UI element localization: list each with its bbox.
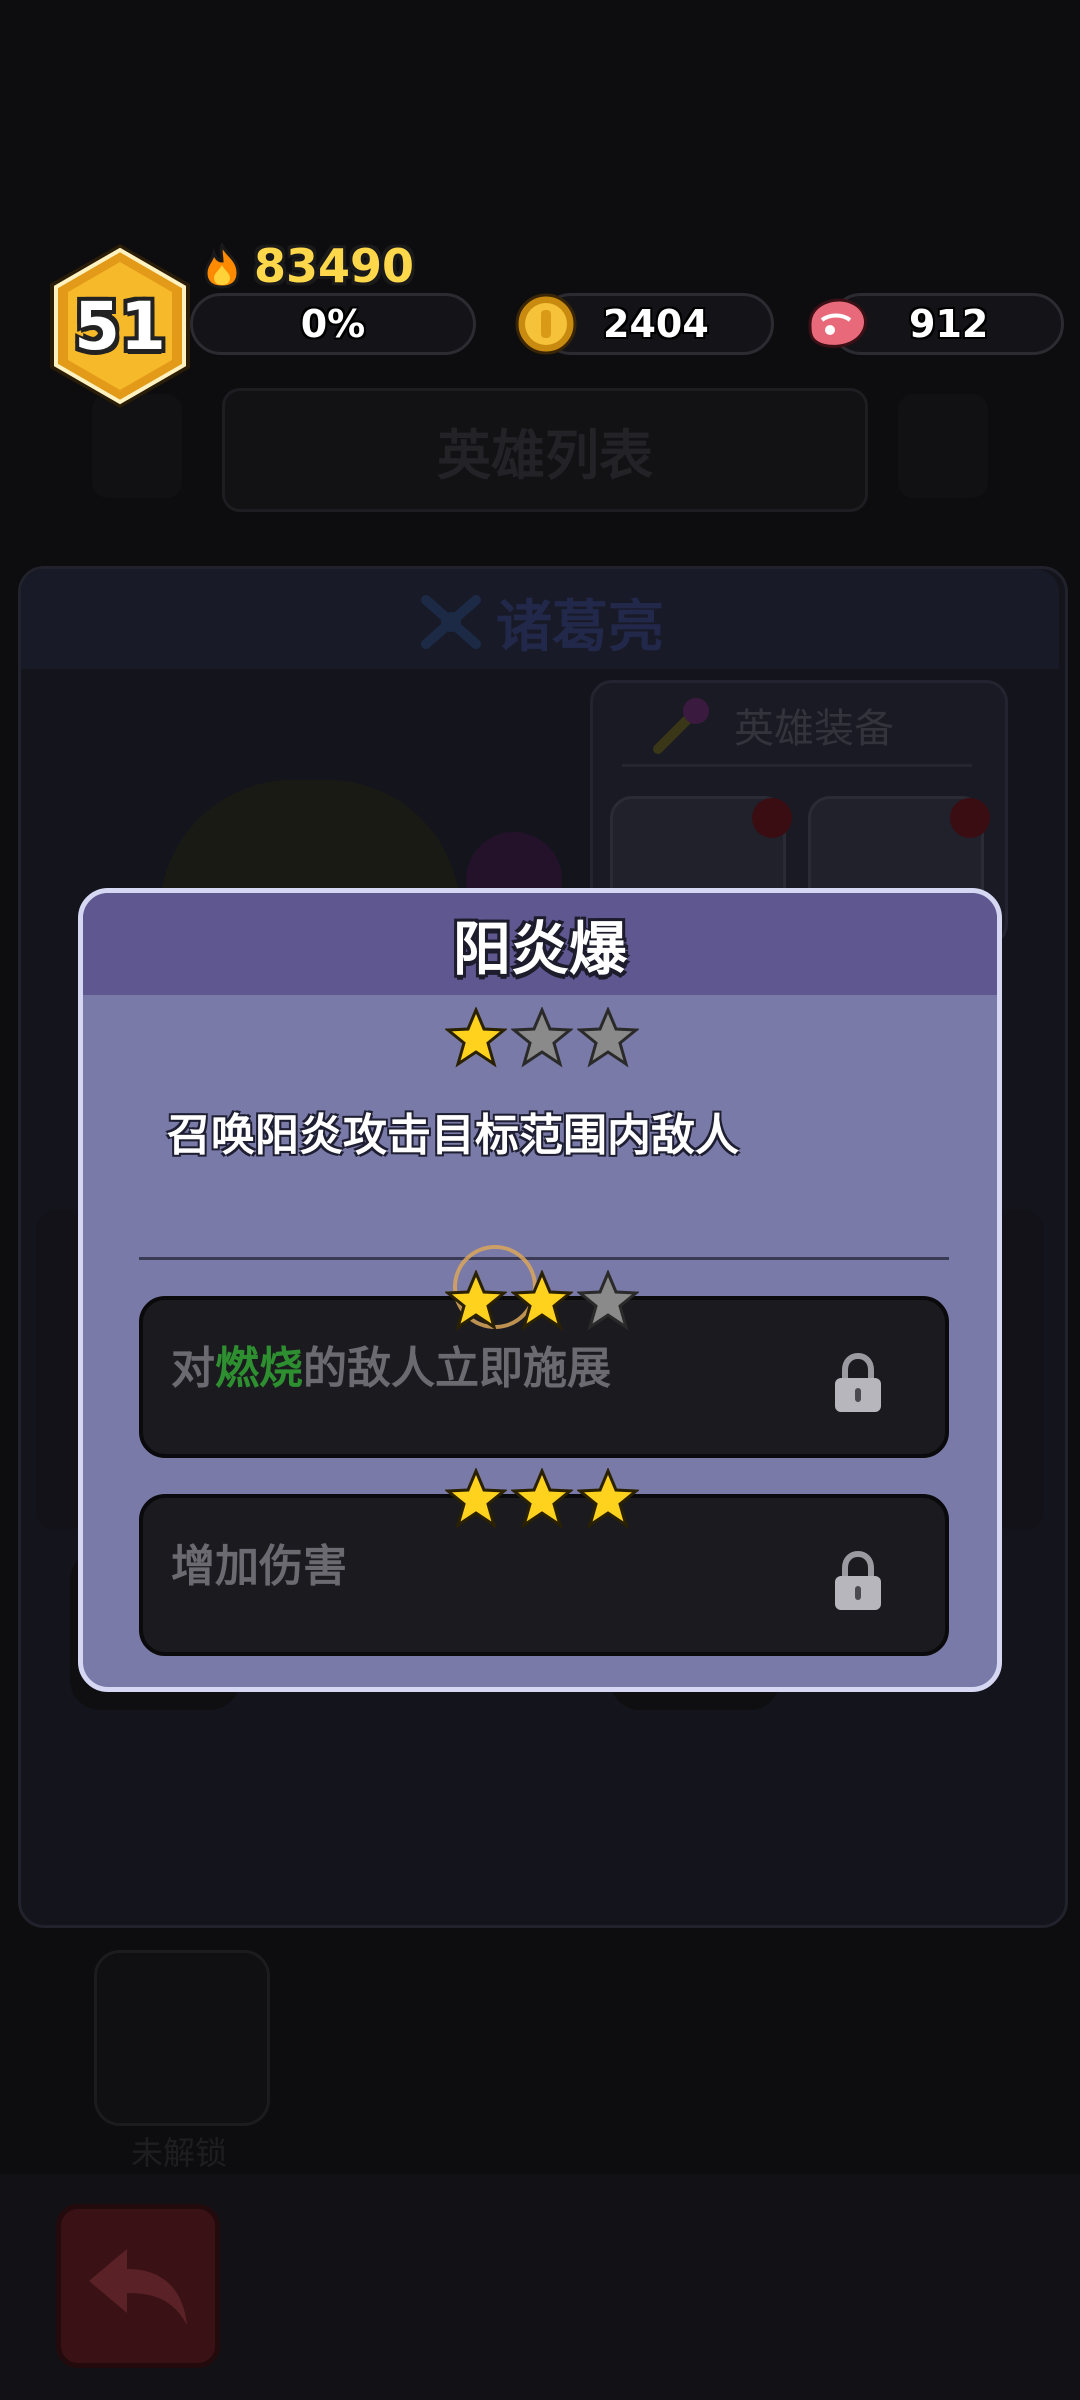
upgrade-star-requirement: [445, 1468, 639, 1530]
upgrade-star-requirement: [445, 1270, 639, 1332]
power-value: 83490: [254, 239, 415, 293]
gold-value: 2404: [603, 302, 709, 346]
hero-name-text: 诸葛亮: [496, 594, 664, 660]
star-filled-icon: [511, 1468, 573, 1529]
modal-divider: [139, 1257, 949, 1260]
skill-star-rating: [445, 1007, 639, 1069]
hero-list-title: 英雄列表: [222, 388, 868, 512]
star-filled-icon: [445, 1270, 507, 1331]
hero-class-icon: [421, 595, 481, 649]
bg-right-nav-button: [898, 394, 988, 498]
upgrade-text: 增加伤害: [171, 1541, 347, 1592]
meat-value: 912: [909, 302, 989, 346]
xp-percent: 0%: [300, 302, 366, 346]
lock-icon: [835, 1352, 881, 1412]
notification-dot: [950, 798, 990, 838]
coin-icon: [515, 293, 577, 355]
skill-title: 阳炎爆: [452, 915, 627, 983]
star-filled-icon: [511, 1270, 573, 1331]
star-empty-icon: [511, 1007, 573, 1068]
upgrade-highlight: 燃烧: [215, 1343, 303, 1394]
equipment-title: 英雄装备: [650, 690, 894, 760]
star-filled-icon: [445, 1007, 507, 1068]
player-level: 51: [74, 287, 166, 365]
meat-icon: [808, 298, 867, 348]
power-display: 83490: [200, 238, 414, 294]
modal-header: 阳炎爆: [83, 893, 997, 995]
notification-dot: [752, 798, 792, 838]
hero-name: 诸葛亮: [420, 580, 664, 664]
locked-hero-card: [94, 1950, 270, 2126]
back-button[interactable]: [56, 2204, 220, 2368]
flame-icon: [204, 243, 240, 289]
locked-hero-label: 未解锁: [130, 2134, 227, 2172]
upgrade-text: 对燃烧的敌人立即施展: [171, 1343, 611, 1394]
star-filled-icon: [577, 1468, 639, 1529]
equipment-title-text: 英雄装备: [734, 706, 894, 752]
star-empty-icon: [577, 1007, 639, 1068]
star-filled-icon: [445, 1468, 507, 1529]
staff-icon: [653, 698, 709, 754]
xp-progress-bar: 0%: [190, 293, 476, 355]
star-empty-icon: [577, 1270, 639, 1331]
equipment-divider: [622, 764, 972, 767]
back-arrow-icon: [89, 2249, 187, 2325]
lock-icon: [835, 1550, 881, 1610]
skill-detail-modal: 阳炎爆 召唤阳炎攻击目标范围内敌人 对燃烧的敌人立即施展 增加伤害: [78, 888, 1002, 1692]
skill-description: 召唤阳炎攻击目标范围内敌人: [167, 1110, 739, 1161]
